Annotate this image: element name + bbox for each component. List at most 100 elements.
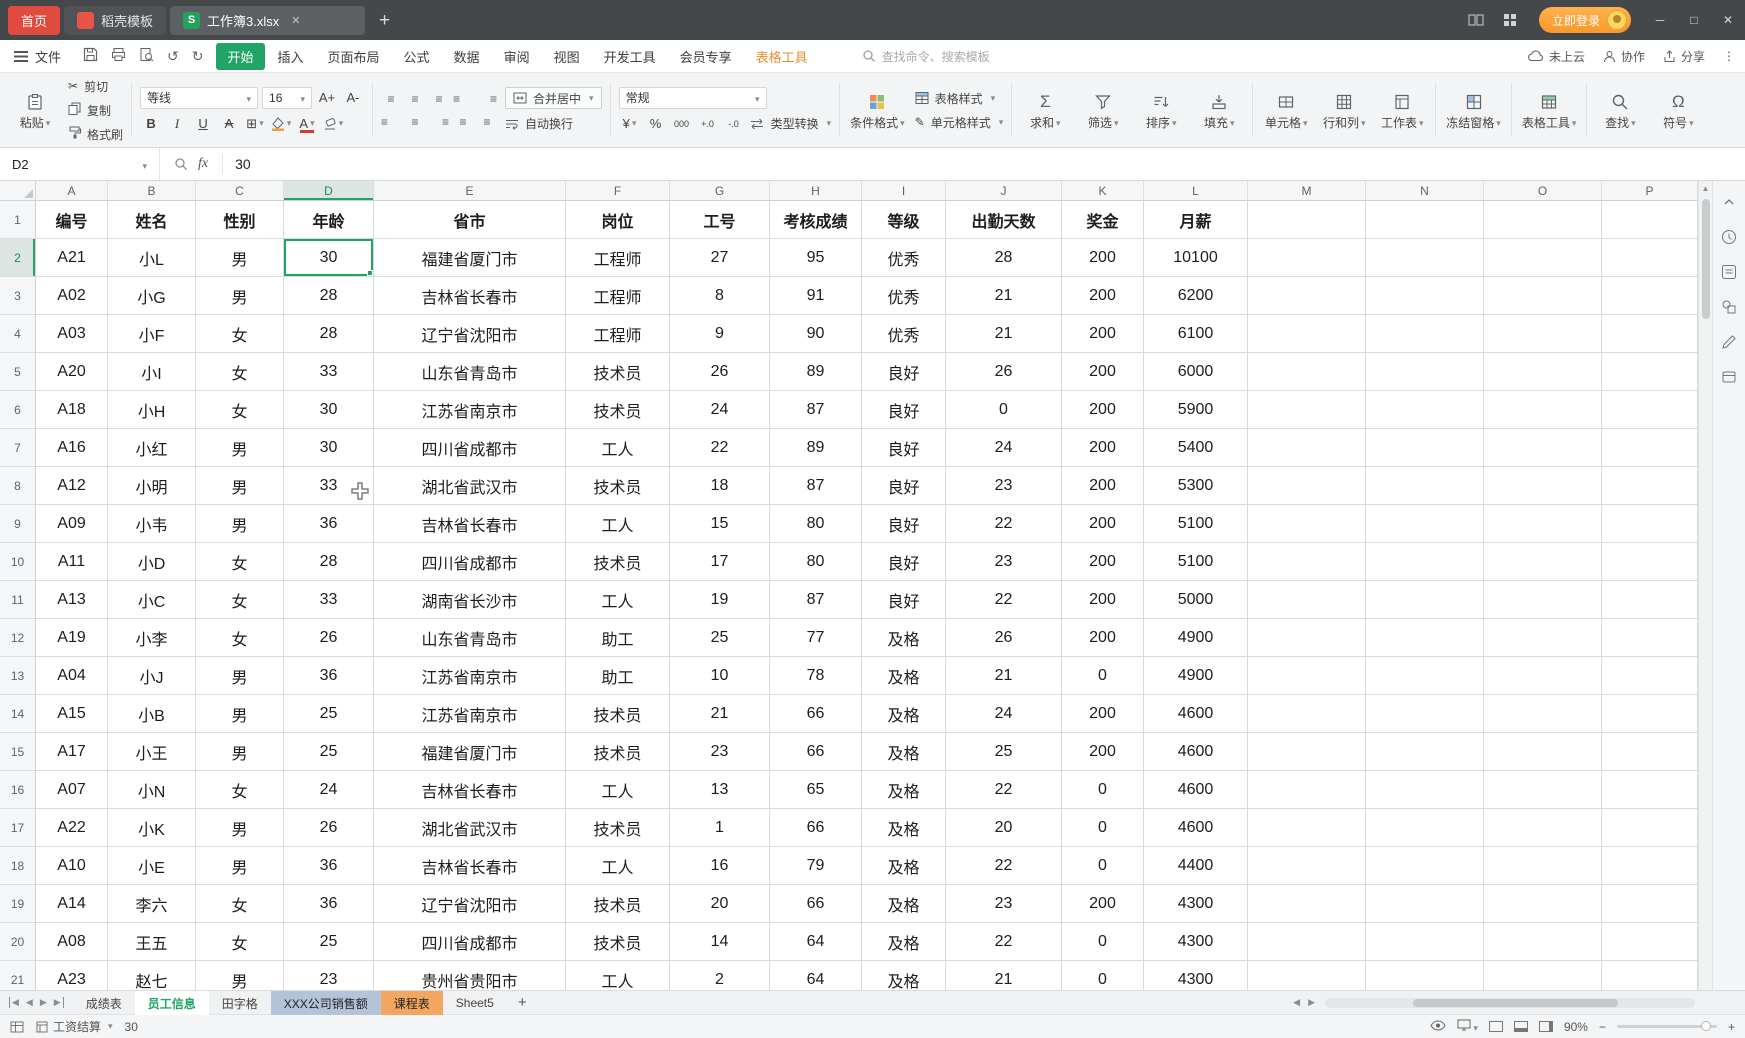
redo-icon[interactable]: ↻: [192, 48, 204, 65]
cell-N6[interactable]: [1366, 391, 1484, 429]
cell-K13[interactable]: 0: [1062, 657, 1144, 695]
cell-E6[interactable]: 江苏省南京市: [374, 391, 566, 429]
align-right-icon[interactable]: [429, 113, 449, 131]
col-header-G[interactable]: G: [670, 181, 770, 201]
cell-M10[interactable]: [1248, 543, 1366, 581]
print-preview-icon[interactable]: [139, 47, 154, 65]
row-header-1[interactable]: 1: [0, 201, 36, 239]
cell-M16[interactable]: [1248, 771, 1366, 809]
cell-N7[interactable]: [1366, 429, 1484, 467]
cell-F8[interactable]: 技术员: [566, 467, 670, 505]
menu-item-审阅[interactable]: 审阅: [493, 43, 541, 70]
cell-O21[interactable]: [1484, 961, 1602, 990]
cell-J20[interactable]: 22: [946, 923, 1062, 961]
cell-N11[interactable]: [1366, 581, 1484, 619]
home-tab[interactable]: 首页: [8, 6, 60, 35]
cell-E2[interactable]: 福建省厦门市: [374, 239, 566, 277]
cell-J4[interactable]: 21: [946, 315, 1062, 353]
panel-collapse-icon[interactable]: [1720, 193, 1738, 211]
cell-D21[interactable]: 23: [284, 961, 374, 990]
cell-P17[interactable]: [1602, 809, 1698, 847]
thousands-separator-button[interactable]: 000: [671, 114, 693, 134]
cell-I15[interactable]: 及格: [862, 733, 946, 771]
cell-F9[interactable]: 工人: [566, 505, 670, 543]
cell-C1[interactable]: 性别: [196, 201, 284, 239]
save-icon[interactable]: [83, 47, 98, 65]
cell-G20[interactable]: 14: [670, 923, 770, 961]
cell-F6[interactable]: 技术员: [566, 391, 670, 429]
cell-I8[interactable]: 良好: [862, 467, 946, 505]
col-header-O[interactable]: O: [1484, 181, 1602, 201]
cell-K5[interactable]: 200: [1062, 353, 1144, 391]
cell-I7[interactable]: 良好: [862, 429, 946, 467]
col-header-L[interactable]: L: [1144, 181, 1248, 201]
cell-L7[interactable]: 5400: [1144, 429, 1248, 467]
cell-M8[interactable]: [1248, 467, 1366, 505]
maximize-button[interactable]: □: [1677, 0, 1711, 40]
cell-J18[interactable]: 22: [946, 847, 1062, 885]
cell-O7[interactable]: [1484, 429, 1602, 467]
cell-L14[interactable]: 4600: [1144, 695, 1248, 733]
sheet-tab-田字格[interactable]: 田字格: [209, 991, 271, 1015]
cell-A1[interactable]: 编号: [36, 201, 108, 239]
zoom-level[interactable]: 90%: [1564, 1020, 1588, 1034]
cell-I19[interactable]: 及格: [862, 885, 946, 923]
cell-L15[interactable]: 4600: [1144, 733, 1248, 771]
cell-A14[interactable]: A15: [36, 695, 108, 733]
cell-E8[interactable]: 湖北省武汉市: [374, 467, 566, 505]
cell-D18[interactable]: 36: [284, 847, 374, 885]
cell-K2[interactable]: 200: [1062, 239, 1144, 277]
cell-D19[interactable]: 36: [284, 885, 374, 923]
cell-C10[interactable]: 女: [196, 543, 284, 581]
cell-E5[interactable]: 山东省青岛市: [374, 353, 566, 391]
cell-J14[interactable]: 24: [946, 695, 1062, 733]
cut-button[interactable]: ✂ 剪切: [68, 77, 123, 96]
cell-J13[interactable]: 21: [946, 657, 1062, 695]
cell-M20[interactable]: [1248, 923, 1366, 961]
cell-H18[interactable]: 79: [770, 847, 862, 885]
cell-I21[interactable]: 及格: [862, 961, 946, 990]
merge-center-button[interactable]: 合并居中: [505, 87, 602, 109]
cell-G15[interactable]: 23: [670, 733, 770, 771]
row-header-8[interactable]: 8: [0, 467, 36, 505]
cell-B12[interactable]: 小李: [108, 619, 196, 657]
cell-C11[interactable]: 女: [196, 581, 284, 619]
col-header-K[interactable]: K: [1062, 181, 1144, 201]
cell-F19[interactable]: 技术员: [566, 885, 670, 923]
sheet-tab-Sheet5[interactable]: Sheet5: [443, 991, 507, 1015]
cell-L6[interactable]: 5900: [1144, 391, 1248, 429]
cell-M13[interactable]: [1248, 657, 1366, 695]
cell-H17[interactable]: 66: [770, 809, 862, 847]
row-header-7[interactable]: 7: [0, 429, 36, 467]
menu-item-开始[interactable]: 开始: [216, 43, 264, 70]
cell-K16[interactable]: 0: [1062, 771, 1144, 809]
cell-D4[interactable]: 28: [284, 315, 374, 353]
cell-K19[interactable]: 200: [1062, 885, 1144, 923]
cell-L18[interactable]: 4400: [1144, 847, 1248, 885]
cell-I12[interactable]: 及格: [862, 619, 946, 657]
worksheet-button[interactable]: 工作表: [1377, 91, 1427, 129]
cell-A10[interactable]: A11: [36, 543, 108, 581]
cell-C20[interactable]: 女: [196, 923, 284, 961]
decrease-decimal-button[interactable]: -.0: [723, 114, 745, 134]
cell-J21[interactable]: 21: [946, 961, 1062, 990]
cell-A7[interactable]: A16: [36, 429, 108, 467]
command-search[interactable]: 查找命令、搜索模板: [862, 48, 990, 65]
cell-F15[interactable]: 技术员: [566, 733, 670, 771]
cell-F11[interactable]: 工人: [566, 581, 670, 619]
cell-O2[interactable]: [1484, 239, 1602, 277]
strikethrough-button[interactable]: A: [218, 114, 240, 134]
cell-G11[interactable]: 19: [670, 581, 770, 619]
cell-M14[interactable]: [1248, 695, 1366, 733]
login-button[interactable]: 立即登录: [1539, 7, 1631, 33]
row-header-15[interactable]: 15: [0, 733, 36, 771]
first-sheet-icon[interactable]: ◀: [9, 997, 19, 1008]
menu-item-插入[interactable]: 插入: [267, 43, 315, 70]
cell-I16[interactable]: 及格: [862, 771, 946, 809]
cell-D6[interactable]: 30: [284, 391, 374, 429]
cell-B5[interactable]: 小I: [108, 353, 196, 391]
cell-D14[interactable]: 25: [284, 695, 374, 733]
cell-L5[interactable]: 6000: [1144, 353, 1248, 391]
font-name-select[interactable]: 等线: [140, 87, 258, 109]
cell-C6[interactable]: 女: [196, 391, 284, 429]
